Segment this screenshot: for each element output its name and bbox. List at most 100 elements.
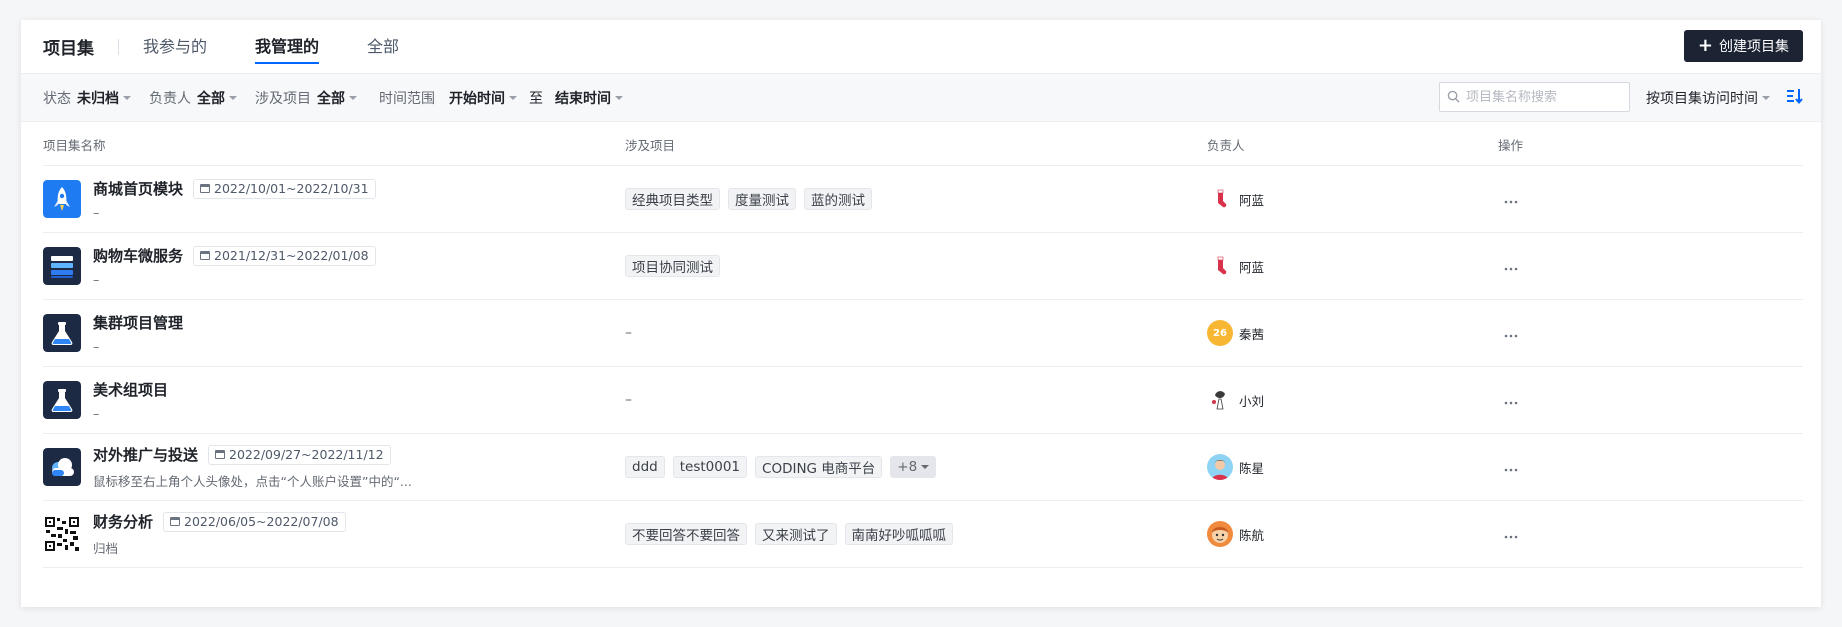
owner-filter[interactable]: 负责人 全部 (149, 88, 237, 108)
owner-name: 秦茜 (1239, 326, 1265, 342)
project-set-desc: 鼠标移至右上角个人头像处，点击“个人账户设置”中的“... (93, 474, 412, 489)
projects-cell: 经典项目类型 度量测试 蓝的测试 (625, 188, 1207, 210)
calendar-icon (200, 251, 211, 260)
name-cell: 财务分析 2022/06/05~2022/07/08 归档 (43, 511, 625, 557)
project-set-name[interactable]: 商城首页模块 (93, 178, 183, 199)
search-input[interactable] (1466, 89, 1616, 105)
table-row[interactable]: 商城首页模块 2022/10/01~2022/10/31 – 经典项目类型 度量… (43, 166, 1803, 233)
avatar-badge-text: 26 (1213, 327, 1227, 339)
owner-name: 阿蓝 (1239, 192, 1265, 208)
end-time-picker[interactable]: 结束时间 (555, 88, 623, 108)
projects-cell: 不要回答不要回答 又来测试了 南南好吵呱呱呱 (625, 523, 1207, 545)
column-header-name: 项目集名称 (43, 138, 106, 153)
plus-icon: + (1697, 35, 1713, 56)
owner-filter-value: 全部 (197, 90, 225, 107)
owner-cell: 26 秦茜 (1207, 320, 1498, 346)
avatar-badge: 26 (1207, 320, 1233, 346)
project-set-desc: 归档 (93, 541, 119, 556)
table-row[interactable]: 财务分析 2022/06/05~2022/07/08 归档 不要回答不要回答 又… (43, 501, 1803, 568)
table-row[interactable]: 集群项目管理 – – 26 秦茜 (43, 300, 1803, 367)
project-set-name[interactable]: 财务分析 (93, 511, 153, 532)
search-icon (1447, 90, 1460, 103)
project-filter[interactable]: 涉及项目 全部 (255, 88, 357, 108)
person-avatar-icon (1207, 454, 1233, 480)
more-options-icon[interactable] (1503, 266, 1519, 272)
name-info: 财务分析 2022/06/05~2022/07/08 归档 (93, 511, 346, 557)
date-range-tag: 2022/06/05~2022/07/08 (163, 511, 346, 532)
owner-cell: 阿蓝 (1207, 186, 1498, 212)
start-time-value: 开始时间 (449, 90, 505, 107)
owner-cell: 陈航 (1207, 521, 1498, 547)
more-options-icon[interactable] (1503, 400, 1519, 406)
tab-managed[interactable]: 我管理的 (255, 20, 320, 74)
owner-cell: 陈星 (1207, 454, 1498, 480)
owner-cell: 小刘 (1207, 387, 1498, 413)
project-tag[interactable]: test0001 (672, 456, 748, 478)
project-tag[interactable]: 项目协同测试 (625, 255, 720, 277)
owner-filter-label: 负责人 (149, 90, 191, 107)
date-range-text: 2022/06/05~2022/07/08 (184, 514, 339, 529)
owner-name: 小刘 (1239, 393, 1265, 409)
actions-cell (1498, 257, 1698, 276)
name-top: 购物车微服务 2021/12/31~2022/01/08 (93, 245, 376, 266)
table-row[interactable]: 对外推广与投送 2022/09/27~2022/11/12 鼠标移至右上角个人头… (43, 434, 1803, 501)
range-to-text: 至 (529, 90, 543, 107)
owner-cell: 阿蓝 (1207, 253, 1498, 279)
project-tag[interactable]: 蓝的测试 (804, 188, 872, 210)
table-row[interactable]: 美术组项目 – – 小刘 (43, 367, 1803, 434)
calendar-icon (200, 184, 211, 193)
sort-order-icon[interactable] (1785, 87, 1803, 105)
project-tag[interactable]: 南南好吵呱呱呱 (844, 523, 953, 545)
more-options-icon[interactable] (1503, 534, 1519, 540)
projects-cell: – (625, 325, 1207, 341)
search-box (1439, 82, 1630, 112)
project-tag[interactable]: 不要回答不要回答 (625, 523, 747, 545)
sort-select[interactable]: 按项目集访问时间 (1646, 88, 1770, 108)
project-set-table: 项目集名称 涉及项目 负责人 操作 商城首页模块 2022/10/01~2022… (43, 124, 1803, 568)
name-info: 美术组项目 – (93, 379, 168, 421)
status-filter-value: 未归档 (77, 90, 119, 107)
table-row[interactable]: 购物车微服务 2021/12/31~2022/01/08 – 项目协同测试 阿蓝 (43, 233, 1803, 300)
header-tabs: 项目集 我参与的 我管理的 全部 + 创建项目集 (21, 20, 1821, 74)
actions-cell (1498, 458, 1698, 477)
project-set-name[interactable]: 美术组项目 (93, 379, 168, 400)
column-header-owner: 负责人 (1207, 138, 1245, 153)
project-set-desc: – (93, 339, 100, 354)
flask-icon (43, 314, 81, 352)
create-button-label: 创建项目集 (1719, 39, 1789, 55)
project-set-desc: – (93, 406, 100, 421)
table-header: 项目集名称 涉及项目 负责人 操作 (43, 124, 1803, 166)
caret-down-icon (615, 95, 623, 100)
date-range-text: 2022/10/01~2022/10/31 (214, 181, 369, 196)
more-options-icon[interactable] (1503, 467, 1519, 473)
project-tag[interactable]: CODING 电商平台 (755, 456, 883, 478)
more-options-icon[interactable] (1503, 333, 1519, 339)
name-cell: 对外推广与投送 2022/09/27~2022/11/12 鼠标移至右上角个人头… (43, 444, 625, 490)
caret-down-icon (1762, 96, 1770, 100)
name-top: 美术组项目 (93, 379, 168, 400)
name-top: 对外推广与投送 2022/09/27~2022/11/12 (93, 444, 412, 465)
status-filter[interactable]: 状态 未归档 (43, 88, 131, 108)
name-cell: 购物车微服务 2021/12/31~2022/01/08 – (43, 245, 625, 287)
project-tag[interactable]: 又来测试了 (755, 523, 837, 545)
project-set-name[interactable]: 购物车微服务 (93, 245, 183, 266)
project-set-name[interactable]: 对外推广与投送 (93, 444, 198, 465)
start-time-picker[interactable]: 开始时间 (449, 88, 517, 108)
tab-participated[interactable]: 我参与的 (143, 20, 207, 74)
more-projects-count: +8 (897, 459, 918, 475)
cartoon-face-avatar-icon (1207, 521, 1233, 547)
flask-icon (43, 381, 81, 419)
projects-empty: – (625, 325, 632, 341)
tab-all[interactable]: 全部 (367, 20, 399, 74)
more-options-icon[interactable] (1503, 199, 1519, 205)
create-project-set-button[interactable]: + 创建项目集 (1683, 30, 1803, 62)
more-projects-tag[interactable]: +8 (890, 456, 937, 478)
sock-avatar-icon (1207, 253, 1233, 279)
name-info: 商城首页模块 2022/10/01~2022/10/31 – (93, 178, 376, 220)
project-tag[interactable]: 度量测试 (728, 188, 796, 210)
project-set-name[interactable]: 集群项目管理 (93, 312, 183, 333)
project-tag[interactable]: ddd (625, 456, 665, 478)
project-tag[interactable]: 经典项目类型 (625, 188, 720, 210)
sock-avatar-icon (1207, 186, 1233, 212)
page-title: 项目集 (43, 39, 94, 59)
